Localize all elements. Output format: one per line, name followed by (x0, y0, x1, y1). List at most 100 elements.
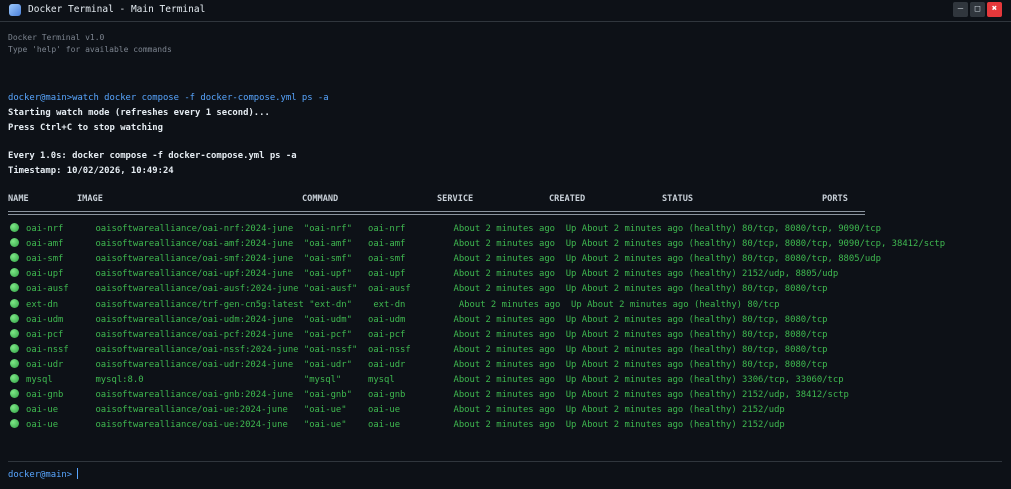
header-status: STATUS (662, 194, 694, 204)
container-row: oai-nssf oaisoftwarealliance/oai-nssf:20… (10, 343, 828, 358)
command-text: watch docker compose -f docker-compose.y… (72, 93, 329, 103)
command-line: docker@main>watch docker compose -f dock… (8, 93, 329, 103)
cell-command: "oai-ue" (303, 405, 368, 416)
container-row: oai-udr oaisoftwarealliance/oai-udr:2024… (10, 358, 828, 373)
healthy-status-icon (10, 283, 19, 293)
container-row: oai-ue oaisoftwarealliance/oai-ue:2024-j… (10, 404, 785, 418)
cell-command: "oai-upf" (303, 269, 368, 280)
cell-service: oai-amf (367, 239, 454, 250)
healthy-status-icon (10, 298, 19, 308)
cell-service: oai-pcf (367, 329, 454, 340)
cell-name: oai-gnb (26, 390, 96, 401)
cell-service: oai-nrf (367, 224, 454, 234)
cell-service: mysql (367, 375, 454, 385)
cell-created: About 2 minutes ago (453, 269, 566, 280)
cell-service: oai-upf (367, 269, 454, 280)
cell-created: About 2 minutes ago (453, 390, 566, 401)
cell-command: "oai-ausf" (303, 284, 368, 295)
cell-name: oai-ue (26, 420, 96, 431)
healthy-status-icon (10, 238, 19, 248)
close-button[interactable]: ✖ (987, 2, 1002, 17)
cell-image: oaisoftwarealliance/trf-gen-cn5g:latest (95, 299, 310, 310)
header-service: SERVICE (437, 194, 474, 204)
input-prompt: docker@main> (8, 470, 73, 480)
cell-command: "oai-gnb" (303, 390, 368, 401)
cell-created: About 2 minutes ago (458, 299, 572, 310)
prompt: docker@main> (8, 93, 73, 103)
cell-command: "oai-nssf" (303, 344, 368, 355)
maximize-button[interactable]: □ (970, 2, 985, 17)
cell-created: About 2 minutes ago (453, 375, 566, 385)
cell-service: oai-smf (367, 254, 454, 265)
cell-status: Up About 2 minutes ago (healthy) (565, 375, 743, 385)
minimize-button[interactable]: — (953, 2, 968, 17)
cell-image: oaisoftwarealliance/oai-ue:2024-june (95, 420, 304, 431)
text-cursor (77, 468, 79, 479)
cell-image: oaisoftwarealliance/oai-pcf:2024-june (95, 329, 304, 340)
container-row: oai-amf oaisoftwarealliance/oai-amf:2024… (10, 238, 945, 252)
cell-ports: 80/tcp, 8080/tcp (742, 284, 828, 295)
cell-service: oai-ausf (367, 284, 454, 295)
cell-service: oai-udr (367, 359, 454, 370)
cell-service: oai-ue (367, 405, 454, 416)
container-row: oai-gnb oaisoftwarealliance/oai-gnb:2024… (10, 389, 849, 403)
cell-command: "oai-udr" (303, 359, 368, 370)
container-row: oai-smf oaisoftwarealliance/oai-smf:2024… (10, 253, 881, 267)
cell-created: About 2 minutes ago (453, 284, 566, 295)
cell-name: oai-udr (26, 359, 96, 370)
cell-created: About 2 minutes ago (453, 314, 566, 325)
cell-image: oaisoftwarealliance/oai-smf:2024-june (95, 254, 304, 265)
cell-ports: 80/tcp, 8080/tcp, 9090/tcp, 38412/sctp (742, 239, 946, 250)
healthy-status-icon (10, 268, 19, 278)
container-row: oai-ausf oaisoftwarealliance/oai-ausf:20… (10, 283, 828, 297)
cell-status: Up About 2 minutes ago (healthy) (565, 329, 743, 340)
healthy-status-icon (10, 358, 19, 368)
healthy-status-icon (10, 343, 19, 353)
cell-service: ext-dn (373, 299, 459, 310)
cell-image: oaisoftwarealliance/oai-udr:2024-june (95, 359, 304, 370)
container-row: ext-dn oaisoftwarealliance/trf-gen-cn5g:… (10, 298, 780, 313)
cell-ports: 80/tcp, 8080/tcp (742, 344, 828, 355)
container-row: mysql mysql:8.0 "mysql" mysql About 2 mi… (10, 374, 844, 388)
cell-command: "oai-smf" (303, 254, 368, 265)
header-divider (8, 211, 865, 215)
cell-image: oaisoftwarealliance/oai-gnb:2024-june (95, 390, 304, 401)
header-image: IMAGE (77, 194, 103, 204)
cell-name: ext-dn (26, 299, 96, 310)
cell-ports: 80/tcp, 8080/tcp (742, 329, 828, 340)
banner-version: Docker Terminal v1.0 (8, 33, 105, 42)
output-line: Every 1.0s: docker compose -f docker-com… (8, 151, 297, 161)
cell-name: oai-nrf (26, 224, 96, 234)
cell-command: "ext-dn" (309, 299, 374, 310)
banner-help: Type 'help' for available commands (8, 45, 172, 54)
healthy-status-icon (10, 223, 19, 232)
cell-name: oai-amf (26, 239, 96, 250)
window-title: Docker Terminal - Main Terminal (28, 4, 206, 15)
cell-ports: 80/tcp, 8080/tcp (742, 359, 828, 370)
cell-ports: 3306/tcp, 33060/tcp (742, 375, 844, 385)
cell-created: About 2 minutes ago (453, 344, 566, 355)
command-input[interactable]: docker@main> (8, 468, 79, 480)
title-bar: Docker Terminal - Main Terminal — □ ✖ (0, 0, 1011, 22)
cell-image: oaisoftwarealliance/oai-udm:2024-june (95, 314, 304, 325)
header-created: CREATED (549, 194, 586, 204)
container-row: oai-pcf oaisoftwarealliance/oai-pcf:2024… (10, 328, 828, 343)
cell-created: About 2 minutes ago (453, 254, 566, 265)
cell-status: Up About 2 minutes ago (healthy) (565, 344, 743, 355)
cell-status: Up About 2 minutes ago (healthy) (571, 299, 748, 310)
cell-status: Up About 2 minutes ago (healthy) (565, 390, 743, 401)
cell-ports: 80/tcp (747, 299, 780, 310)
cell-created: About 2 minutes ago (453, 329, 566, 340)
cell-image: mysql:8.0 (95, 375, 304, 385)
cell-created: About 2 minutes ago (453, 239, 566, 250)
cell-status: Up About 2 minutes ago (healthy) (565, 284, 743, 295)
cell-ports: 2152/udp, 38412/sctp (742, 390, 849, 401)
cell-status: Up About 2 minutes ago (healthy) (565, 405, 743, 416)
cell-name: oai-upf (26, 269, 96, 280)
cell-name: oai-pcf (26, 329, 96, 340)
cell-status: Up About 2 minutes ago (healthy) (565, 314, 743, 325)
cell-command: "oai-amf" (303, 239, 368, 250)
cell-command: "oai-nrf" (303, 224, 368, 234)
input-divider (8, 461, 1002, 462)
cell-ports: 80/tcp, 8080/tcp (742, 314, 828, 325)
